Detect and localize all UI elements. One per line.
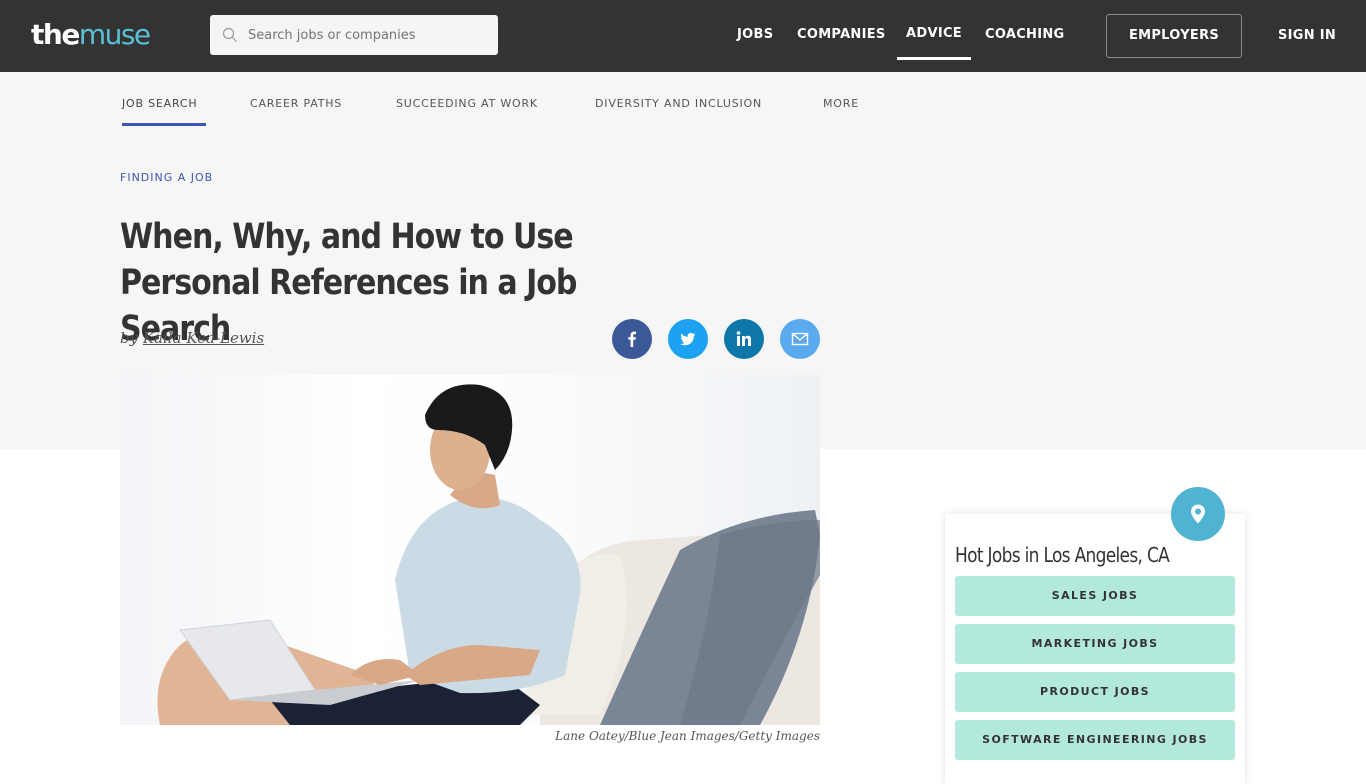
man-with-laptop-illustration [157,384,820,725]
linkedin-icon [736,331,751,346]
location-pin-icon [1191,504,1205,524]
subnav-diversity-and-inclusion[interactable]: DIVERSITY AND INCLUSION [595,97,762,110]
twitter-icon [680,332,696,346]
product-jobs-button[interactable]: PRODUCT JOBS [955,672,1235,712]
share-email-button[interactable] [780,319,820,359]
search-icon [222,27,237,42]
active-subnav-indicator [122,123,206,126]
nav-advice[interactable]: ADVICE [897,0,971,72]
image-caption: Lane Oatey/Blue Jean Images/Getty Images [555,729,820,743]
facebook-icon [628,331,636,347]
mail-icon [791,332,809,346]
share-facebook-button[interactable] [612,319,652,359]
top-navigation-bar: themuse JOBS COMPANIES ADVICE COACHING E… [0,0,1366,72]
author-link[interactable]: Kaila Kea-Lewis [143,329,264,347]
byline-prefix: by [120,329,139,347]
location-pin-badge [1171,487,1225,541]
nav-coaching[interactable]: COACHING [985,0,1065,72]
subnav-career-paths[interactable]: CAREER PATHS [250,97,342,110]
logo-the: the [31,18,80,51]
themuse-logo[interactable]: themuse [31,17,151,53]
article-hero-image [120,375,820,725]
subnav-job-search[interactable]: JOB SEARCH [122,97,197,110]
software-engineering-jobs-button[interactable]: SOFTWARE ENGINEERING JOBS [955,720,1235,760]
nav-jobs[interactable]: JOBS [737,0,773,72]
sales-jobs-button[interactable]: SALES JOBS [955,576,1235,616]
subnav-succeeding-at-work[interactable]: SUCCEEDING AT WORK [396,97,538,110]
sign-in-link[interactable]: SIGN IN [1278,0,1336,72]
subnav-more[interactable]: MORE [823,97,859,110]
share-linkedin-button[interactable] [724,319,764,359]
nav-companies[interactable]: COMPANIES [797,0,886,72]
hot-jobs-title: Hot Jobs in Los Angeles, CA [955,543,1170,567]
logo-muse: muse [78,18,151,51]
byline: by Kaila Kea-Lewis [120,329,264,347]
share-twitter-button[interactable] [668,319,708,359]
article-category[interactable]: FINDING A JOB [120,171,213,184]
search-input[interactable] [248,27,488,43]
marketing-jobs-button[interactable]: MARKETING JOBS [955,624,1235,664]
employers-button[interactable]: EMPLOYERS [1106,14,1242,58]
search-box[interactable] [210,15,498,55]
